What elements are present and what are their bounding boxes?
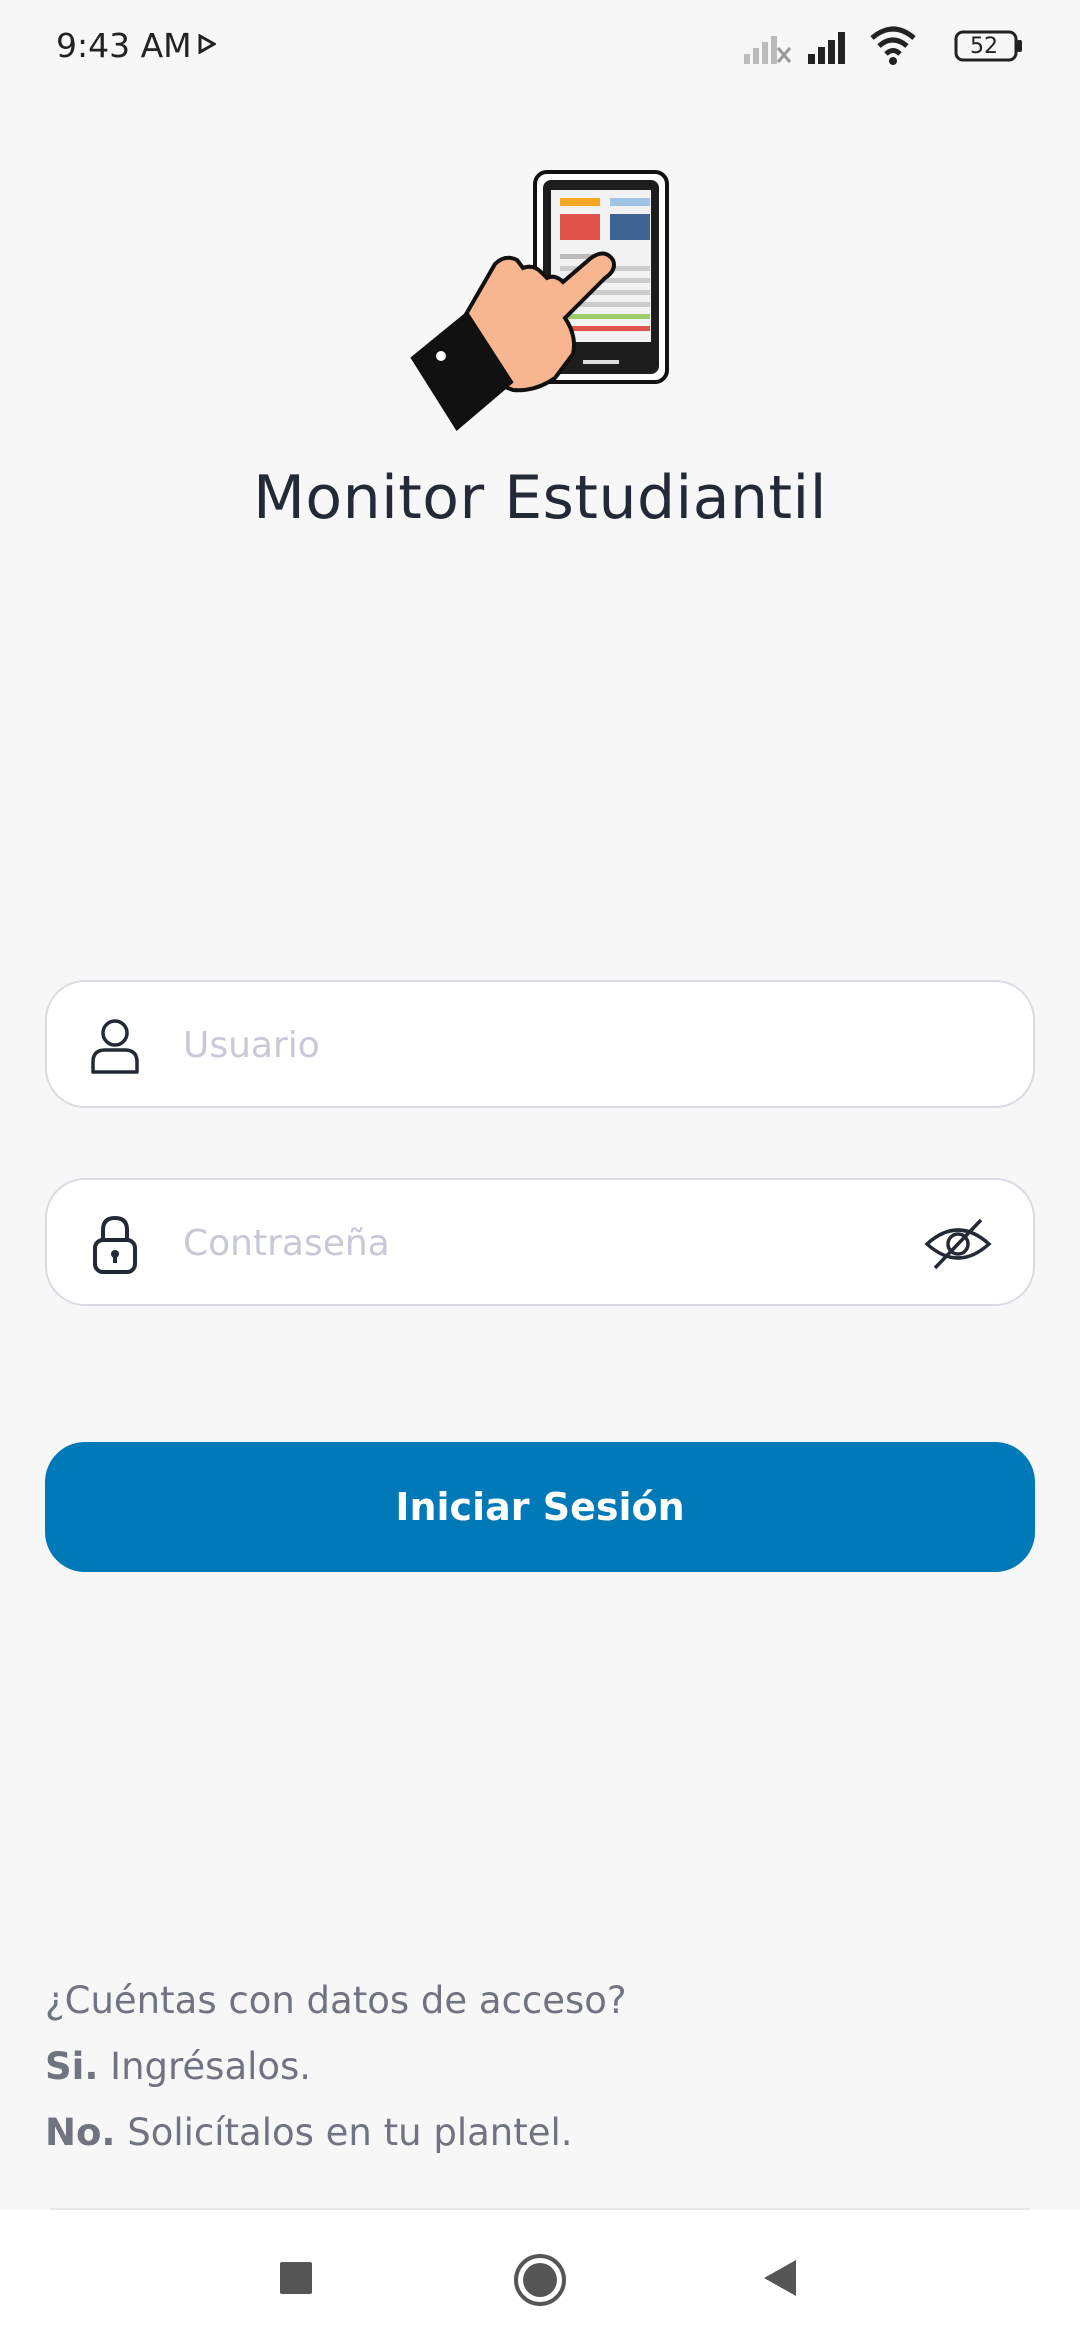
wifi-icon xyxy=(870,26,916,65)
app-logo-hand-tablet-icon xyxy=(410,170,669,432)
help-yes: Si. Ingrésalos. xyxy=(45,2034,627,2100)
signal-icon xyxy=(808,32,845,64)
help-no-bold: No. xyxy=(45,2111,116,2154)
status-time: 9:43 AM xyxy=(56,26,192,65)
home-circle-icon[interactable] xyxy=(512,2252,568,2308)
play-icon xyxy=(198,34,216,54)
status-bar: 9:43 AM 52 xyxy=(0,0,1080,96)
user-icon xyxy=(91,1019,139,1074)
back-triangle-icon[interactable] xyxy=(762,2258,798,2298)
help-no: No. Solicítalos en tu plantel. xyxy=(45,2100,627,2166)
lock-icon xyxy=(93,1215,137,1274)
password-field[interactable] xyxy=(45,1178,1035,1306)
help-text: ¿Cuéntas con datos de acceso? Si. Ingrés… xyxy=(45,1968,627,2166)
username-field[interactable] xyxy=(45,980,1035,1108)
username-input[interactable] xyxy=(181,1004,945,1086)
app-title: Monitor Estudiantil xyxy=(253,463,827,533)
signal-off-icon xyxy=(744,36,792,64)
battery-level: 52 xyxy=(970,34,998,59)
help-yes-bold: Si. xyxy=(45,2045,99,2088)
system-nav-bar xyxy=(0,2210,1080,2340)
help-no-text: Solicítalos en tu plantel. xyxy=(115,2111,573,2154)
help-question: ¿Cuéntas con datos de acceso? xyxy=(45,1979,627,2022)
password-input[interactable] xyxy=(181,1202,945,1284)
help-yes-text: Ingrésalos. xyxy=(98,2045,312,2088)
recents-square-icon[interactable] xyxy=(278,2260,314,2296)
login-button[interactable]: Iniciar Sesión xyxy=(45,1442,1035,1572)
eye-off-icon[interactable] xyxy=(923,1216,993,1272)
